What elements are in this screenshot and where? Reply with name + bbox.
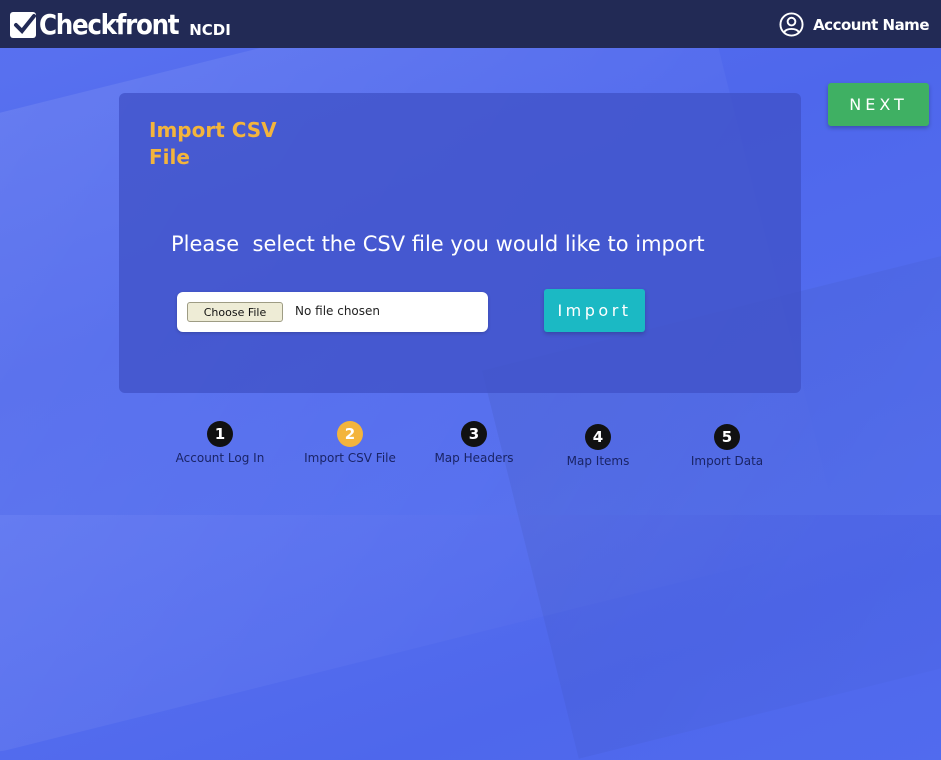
account-name: Account Name <box>813 15 929 34</box>
import-button[interactable]: Import <box>544 289 645 332</box>
file-status-text: No file chosen <box>295 304 381 318</box>
step-label: Account Log In <box>175 451 265 465</box>
step-map-items: 4 Map Items <box>533 424 663 468</box>
step-map-headers: 3 Map Headers <box>409 421 539 465</box>
step-label: Import CSV File <box>304 451 396 465</box>
step-number-badge: 4 <box>585 424 611 450</box>
step-label: Import Data <box>690 454 764 468</box>
step-label: Map Items <box>566 454 630 468</box>
next-button[interactable]: NEXT <box>828 83 929 126</box>
brand-logo[interactable]: Checkfront NCDI <box>10 8 231 42</box>
file-input[interactable]: Choose File No file chosen <box>177 292 488 332</box>
account-menu[interactable]: Account Name <box>779 12 929 37</box>
top-bar: Checkfront NCDI Account Name <box>0 0 941 48</box>
step-label: Map Headers <box>434 451 514 465</box>
step-number-badge: 5 <box>714 424 740 450</box>
checkbox-logo-icon <box>10 12 36 38</box>
step-import-csv-file: 2 Import CSV File <box>285 421 415 465</box>
import-panel: Import CSV File Please select the CSV fi… <box>119 93 801 393</box>
user-avatar-icon <box>779 12 804 37</box>
panel-title: Import CSV File <box>149 118 277 169</box>
select-file-prompt: Please select the CSV file you would lik… <box>171 232 705 256</box>
step-number-badge: 3 <box>461 421 487 447</box>
brand-name: Checkfront <box>39 8 180 41</box>
choose-file-button[interactable]: Choose File <box>187 302 283 322</box>
step-account-log-in: 1 Account Log In <box>155 421 285 465</box>
brand-subtitle: NCDI <box>189 21 231 39</box>
step-number-badge: 1 <box>207 421 233 447</box>
step-import-data: 5 Import Data <box>662 424 792 468</box>
step-number-badge: 2 <box>337 421 363 447</box>
